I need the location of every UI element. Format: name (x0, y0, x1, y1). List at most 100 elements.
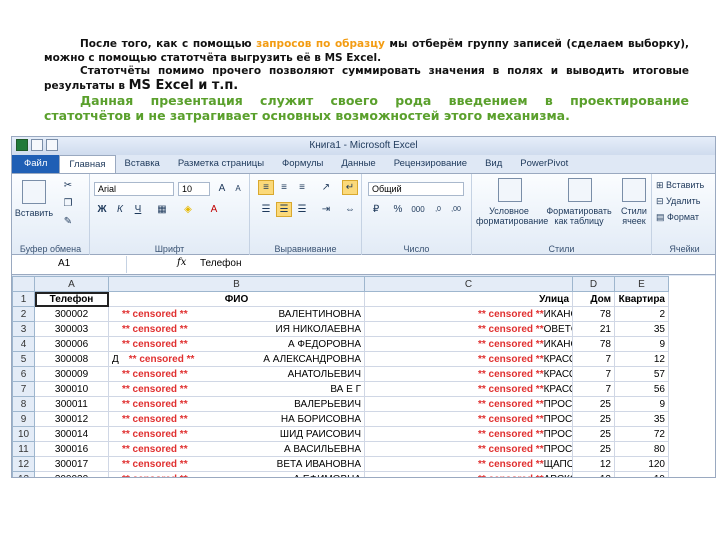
cell-phone[interactable]: 300002 (34, 306, 109, 322)
cell-phone[interactable]: 300012 (34, 411, 109, 427)
cell-apt[interactable]: 19 (614, 471, 669, 477)
tab-home[interactable]: Главная (59, 155, 116, 173)
wrap-text-icon[interactable]: ↵ (342, 180, 358, 195)
increase-decimal-icon[interactable]: ,0 (430, 202, 446, 217)
merge-icon[interactable]: ⇔ (342, 202, 358, 217)
grow-font-icon[interactable]: A (214, 181, 230, 196)
row-number[interactable]: 13 (12, 471, 35, 477)
cell-street[interactable]: ** censored **ПРОСПЕКТ (364, 396, 573, 412)
cell-apt[interactable]: 35 (614, 411, 669, 427)
cell-house[interactable]: 78 (572, 306, 615, 322)
percent-icon[interactable]: % (390, 202, 406, 217)
cell-apt[interactable]: 12 (614, 351, 669, 367)
cell-fio[interactable]: ** censored ** А ФЕДОРОВНА (108, 336, 365, 352)
cell-apt[interactable]: 9 (614, 336, 669, 352)
formula-input[interactable]: Телефон (200, 258, 241, 269)
thousands-icon[interactable]: 000 (410, 202, 426, 217)
cell-fio[interactable]: ** censored ** А ВАСИЛЬЕВНА (108, 441, 365, 457)
cell-house[interactable]: 25 (572, 411, 615, 427)
cell-phone[interactable]: 300010 (34, 381, 109, 397)
cell-apt[interactable]: 2 (614, 306, 669, 322)
fill-color-icon[interactable]: ◈ (180, 202, 196, 217)
cell-street-header[interactable]: Улица (364, 291, 573, 307)
conditional-format-icon[interactable] (498, 178, 522, 202)
cell-street[interactable]: ** censored **ОВЕТСКАЯ (364, 321, 573, 337)
cell-fio[interactable]: ** censored ** НА БОРИСОВНА (108, 411, 365, 427)
insert-cells-button[interactable]: ⊞ Вставить (656, 180, 704, 190)
name-box[interactable]: A1 (12, 256, 127, 273)
cell-phone[interactable]: 300016 (34, 441, 109, 457)
tab-view[interactable]: Вид (476, 155, 511, 173)
cell-apt-header[interactable]: Квартира (614, 291, 669, 307)
tab-data[interactable]: Данные (332, 155, 384, 173)
row-number[interactable]: 4 (12, 336, 35, 352)
cell-apt[interactable]: 9 (614, 396, 669, 412)
tab-file[interactable]: Файл (12, 155, 60, 173)
cell-apt[interactable]: 56 (614, 381, 669, 397)
row-number[interactable]: 11 (12, 441, 35, 457)
bold-icon[interactable]: Ж (94, 202, 110, 217)
cell-house[interactable]: 25 (572, 396, 615, 412)
cell-apt[interactable]: 72 (614, 426, 669, 442)
font-name-select[interactable]: Arial (94, 182, 174, 196)
cell-house[interactable]: 7 (572, 381, 615, 397)
orientation-icon[interactable]: ↗ (318, 180, 334, 195)
row-number[interactable]: 2 (12, 306, 35, 322)
cell-house[interactable]: 25 (572, 426, 615, 442)
align-bottom-icon[interactable]: ≡ (294, 180, 310, 195)
font-size-select[interactable]: 10 (178, 182, 210, 196)
format-painter-icon[interactable]: ✎ (60, 214, 76, 229)
select-all-corner[interactable] (12, 276, 35, 292)
cell-house[interactable]: 25 (572, 441, 615, 457)
col-b-header[interactable]: B (108, 276, 365, 292)
cell-fio[interactable]: ** censored ** ИЯ НИКОЛАЕВНА (108, 321, 365, 337)
row-number[interactable]: 1 (12, 291, 35, 307)
col-c-header[interactable]: C (364, 276, 573, 292)
row-number[interactable]: 12 (12, 456, 35, 472)
cell-fio[interactable]: ** censored ** ВАЛЕРЬЕВИЧ (108, 396, 365, 412)
format-cells-button[interactable]: ▤ Формат (656, 212, 699, 222)
cell-phone[interactable]: 300009 (34, 366, 109, 382)
cell-apt[interactable]: 80 (614, 441, 669, 457)
row-number[interactable]: 6 (12, 366, 35, 382)
italic-icon[interactable]: К (112, 202, 128, 217)
cell-house[interactable]: 7 (572, 366, 615, 382)
cell-apt[interactable]: 57 (614, 366, 669, 382)
indent-icon[interactable]: ⇥ (318, 202, 334, 217)
cell-street[interactable]: ** censored **ИКАНСКАЯ (364, 336, 573, 352)
row-number[interactable]: 10 (12, 426, 35, 442)
cell-phone[interactable]: 300011 (34, 396, 109, 412)
shrink-font-icon[interactable]: A (230, 181, 246, 196)
cell-fio[interactable]: ** censored ** ШИД РАИСОВИЧ (108, 426, 365, 442)
cell-phone[interactable]: 300017 (34, 456, 109, 472)
cell-fio[interactable]: ** censored ** ВАЛЕНТИНОВНА (108, 306, 365, 322)
cell-street[interactable]: ** censored **КРАСОВА (364, 381, 573, 397)
fx-icon[interactable]: fx (177, 257, 186, 268)
cell-phone-header[interactable]: Телефон (34, 291, 109, 307)
align-center-icon[interactable]: ☰ (276, 202, 292, 217)
cell-fio[interactable]: ** censored ** А ЕФИМОВНА (108, 471, 365, 477)
cell-house[interactable]: 12 (572, 456, 615, 472)
cell-street[interactable]: ** censored **ПРОСПЕКТ (364, 426, 573, 442)
cell-street[interactable]: ** censored **КРАСОВА (364, 366, 573, 382)
cell-house[interactable]: 21 (572, 321, 615, 337)
delete-cells-button[interactable]: ⊟ Удалить (656, 196, 700, 206)
cell-house[interactable]: 12 (572, 471, 615, 477)
cell-phone[interactable]: 300008 (34, 351, 109, 367)
number-format-select[interactable]: Общий (368, 182, 464, 196)
format-table-button[interactable]: Форматировать как таблицу (544, 206, 614, 226)
tab-page-layout[interactable]: Разметка страницы (169, 155, 273, 173)
cell-street[interactable]: ** censored **АРСКОГО (364, 471, 573, 477)
paste-button[interactable]: Вставить (14, 208, 54, 218)
currency-icon[interactable]: ₽ (368, 202, 384, 217)
row-number[interactable]: 5 (12, 351, 35, 367)
align-top-icon[interactable]: ≡ (258, 180, 274, 195)
align-middle-icon[interactable]: ≡ (276, 180, 292, 195)
cell-phone[interactable]: 300006 (34, 336, 109, 352)
underline-icon[interactable]: Ч (130, 202, 146, 217)
cell-house-header[interactable]: Дом (572, 291, 615, 307)
cell-fio[interactable]: ** censored ** АНАТОЛЬЕВИЧ (108, 366, 365, 382)
align-right-icon[interactable]: ☰ (294, 202, 310, 217)
cell-phone[interactable]: 300003 (34, 321, 109, 337)
cell-phone[interactable]: 300020 (34, 471, 109, 477)
